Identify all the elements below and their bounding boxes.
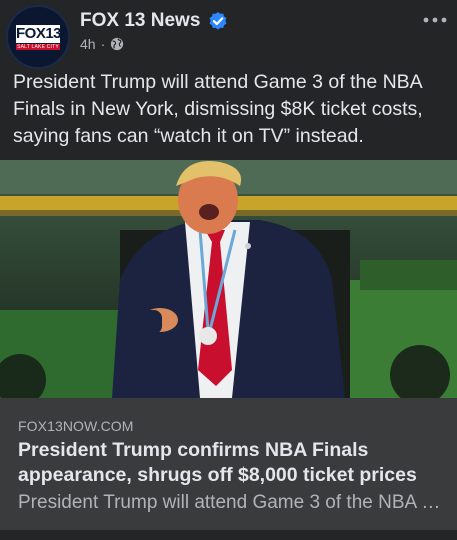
link-domain: FOX13NOW.COM: [18, 418, 134, 434]
post-footer-divider: [0, 530, 457, 540]
page-avatar[interactable]: FOX13 SALT LAKE CITY: [6, 5, 70, 69]
news-photo: [0, 160, 457, 398]
post-time[interactable]: 4h: [80, 36, 96, 52]
globe-icon: [111, 37, 124, 51]
link-preview-card[interactable]: FOX13NOW.COM President Trump confirms NB…: [0, 398, 457, 530]
more-options-icon[interactable]: [421, 10, 449, 30]
post-header: FOX13 SALT LAKE CITY FOX 13 News 4h ·: [0, 0, 457, 69]
fox13-logo: FOX13: [16, 25, 62, 43]
verified-badge-icon: [209, 12, 227, 30]
fox13-logo-subtext: SALT LAKE CITY: [16, 44, 60, 50]
link-headline[interactable]: President Trump confirms NBA Finals appe…: [18, 438, 448, 488]
link-preview-image[interactable]: [0, 160, 457, 398]
link-description: President Trump will attend Game 3 of th…: [18, 492, 448, 513]
post-meta: 4h ·: [80, 36, 124, 52]
post-caption: President Trump will attend Game 3 of th…: [13, 71, 423, 147]
page-name[interactable]: FOX 13 News: [80, 10, 200, 32]
meta-separator: ·: [100, 36, 106, 52]
